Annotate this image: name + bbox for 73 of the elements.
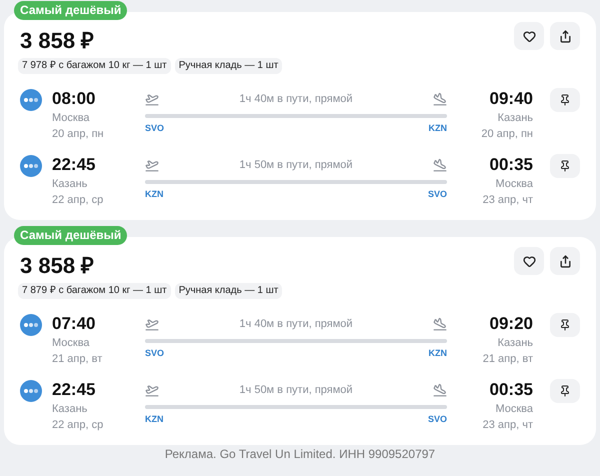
- flight-duration: 1ч 50м в пути, прямой: [239, 382, 353, 398]
- airport-code: SVO: [145, 347, 164, 360]
- favorite-button[interactable]: [514, 247, 544, 275]
- departure-time: 22:45: [52, 154, 96, 176]
- baggage-tag: Ручная кладь — 1 шт: [174, 58, 282, 74]
- airport-code: KZN: [145, 413, 164, 426]
- favorite-button[interactable]: [514, 22, 544, 50]
- pin-icon: [559, 160, 571, 172]
- airport-code: KZN: [428, 122, 447, 135]
- airline-logo-icon: [20, 155, 42, 177]
- takeoff-icon: [145, 317, 159, 331]
- arrival-date: 20 апр, пн: [481, 127, 533, 142]
- arrival-city: Москва: [495, 402, 533, 417]
- departure-city: Москва: [52, 336, 91, 351]
- departure-time: 07:40: [52, 313, 96, 335]
- flight-duration: 1ч 40м в пути, прямой: [239, 316, 353, 332]
- heart-icon: [522, 254, 536, 268]
- arrival-time: 00:35: [490, 154, 533, 176]
- departure-time: 08:00: [52, 88, 96, 110]
- departure-city: Казань: [52, 402, 88, 417]
- airport-code: SVO: [428, 413, 447, 426]
- departure-date: 20 апр, пн: [52, 127, 105, 142]
- pin-icon: [559, 319, 571, 331]
- departure-date: 22 апр, ср: [52, 193, 104, 208]
- baggage-tag: 7 879 ₽ с багажом 10 кг — 1 шт: [18, 283, 171, 299]
- airport-code: KZN: [145, 188, 164, 201]
- arrival-city: Москва: [495, 177, 533, 192]
- pin-button[interactable]: [550, 154, 580, 178]
- share-icon: [558, 30, 572, 42]
- arrival-time: 09:40: [490, 88, 533, 110]
- cheapest-badge: Самый дешёвый: [14, 226, 128, 245]
- departure-date: 22 апр, ср: [52, 418, 104, 433]
- takeoff-icon: [145, 383, 159, 397]
- pin-button[interactable]: [550, 379, 580, 403]
- departure-city: Москва: [52, 111, 91, 126]
- share-icon: [558, 254, 572, 268]
- airport-code: SVO: [428, 188, 447, 201]
- departure-time: 22:45: [52, 379, 96, 401]
- landing-icon: [433, 383, 447, 397]
- arrival-date: 23 апр, чт: [482, 418, 533, 433]
- baggage-tag: Ручная кладь — 1 шт: [174, 283, 282, 299]
- arrival-time: 00:35: [490, 379, 533, 401]
- departure-date: 21 апр, вт: [52, 352, 104, 367]
- ad-disclaimer: Реклама. Go Travel Un Limited. ИНН 9909520797: [164, 447, 436, 461]
- departure-city: Казань: [52, 177, 88, 192]
- airline-logo-icon: [20, 314, 42, 336]
- arrival-date: 21 апр, вт: [482, 352, 533, 367]
- takeoff-icon: [145, 158, 159, 172]
- share-button[interactable]: [550, 22, 580, 50]
- arrival-city: Казань: [498, 111, 533, 126]
- flight-duration: 1ч 40м в пути, прямой: [239, 92, 353, 107]
- price: 3 858 ₽: [20, 253, 94, 279]
- cheapest-badge: Самый дешёвый: [14, 1, 128, 20]
- airport-code: KZN: [428, 347, 447, 360]
- pin-icon: [559, 94, 571, 106]
- arrival-time: 09:20: [490, 313, 533, 335]
- arrival-date: 23 апр, чт: [482, 193, 533, 208]
- airline-logo-icon: [20, 89, 42, 111]
- price: 3 858 ₽: [20, 28, 94, 54]
- airport-code: SVO: [145, 122, 164, 135]
- landing-icon: [433, 92, 447, 106]
- pin-button[interactable]: [550, 88, 580, 112]
- takeoff-icon: [145, 92, 159, 106]
- flight-duration: 1ч 50м в пути, прямой: [239, 158, 353, 173]
- landing-icon: [433, 158, 447, 172]
- baggage-tag: 7 978 ₽ с багажом 10 кг — 1 шт: [18, 58, 171, 74]
- pin-icon: [559, 385, 571, 397]
- airline-logo-icon: [20, 380, 42, 402]
- heart-icon: [522, 30, 536, 42]
- landing-icon: [433, 317, 447, 331]
- arrival-city: Казань: [498, 336, 533, 351]
- pin-button[interactable]: [550, 313, 580, 337]
- share-button[interactable]: [550, 247, 580, 275]
